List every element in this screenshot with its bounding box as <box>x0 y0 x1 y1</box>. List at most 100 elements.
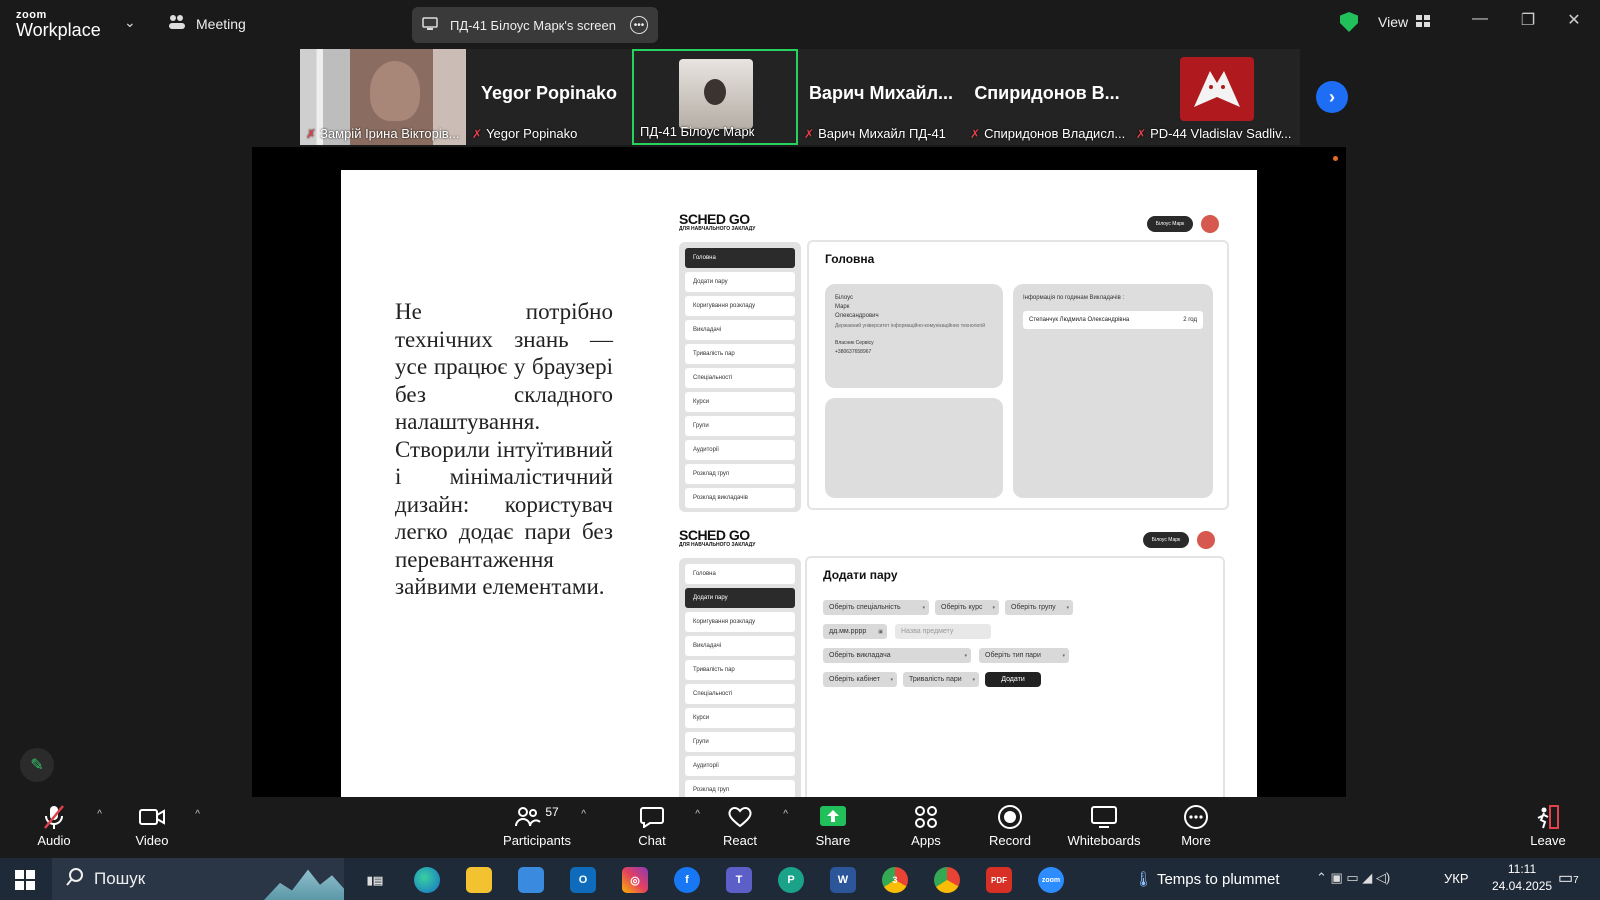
more-options-icon[interactable]: ••• <box>630 16 648 34</box>
sidebar-item: Спеціальності <box>685 684 795 704</box>
participant-tile[interactable]: ✗ PD-44 Vladislav Sadliv... <box>1130 49 1300 145</box>
chat-button[interactable]: Chat ^ <box>612 803 700 848</box>
chat-icon <box>612 803 692 831</box>
microsoft-store-icon[interactable] <box>518 867 544 893</box>
apps-button[interactable]: Apps <box>886 803 966 848</box>
hours-title: Інформація по годинам Викладачів : <box>1023 295 1125 301</box>
pearson-icon[interactable]: P <box>778 867 804 893</box>
mic-muted-icon <box>14 803 94 831</box>
encryption-shield-icon[interactable] <box>1340 12 1358 32</box>
sidebar-menu: Головна Додати пару Коригування розкладу… <box>679 558 801 797</box>
empty-card <box>825 398 1003 498</box>
task-view-icon[interactable]: ▮▤ <box>362 867 388 893</box>
next-page-arrow-icon[interactable]: › <box>1316 81 1348 113</box>
more-icon <box>1156 803 1236 831</box>
notifications-icon[interactable]: ▭7 <box>1558 868 1579 888</box>
annotate-pencil-icon[interactable]: ✎ <box>20 748 54 782</box>
participant-display-name: Варич Михайл... <box>808 83 954 103</box>
input-language[interactable]: УКР <box>1444 871 1469 886</box>
participants-button[interactable]: 57 Participants ^ <box>496 803 586 848</box>
notification-count: 7 <box>1573 875 1579 886</box>
weather-widget[interactable]: 🌡 Temps to plummet <box>1134 870 1280 888</box>
profile-university: Державний університет інформаційно-комун… <box>835 323 986 329</box>
participant-tile[interactable]: Варич Михайл... ✗ Варич Михайл ПД-41 <box>798 49 964 145</box>
profile-name: Марк <box>835 304 850 310</box>
pdf-reader-icon[interactable]: PDF <box>986 867 1012 893</box>
more-button[interactable]: More <box>1156 803 1236 848</box>
app-screenshot-home: SCHED GO ДЛЯ НАВЧАЛЬНОГО ЗАКЛАДУ Білоус М… <box>671 202 1231 512</box>
participant-display-name: Спиридонов В... <box>974 83 1120 103</box>
leave-button[interactable]: Leave <box>1508 803 1588 848</box>
sidebar-item: Тривалість пар <box>685 344 795 364</box>
facebook-icon[interactable]: f <box>674 867 700 893</box>
screen-share-indicator[interactable]: ПД-41 Білоус Марк's screen ••• <box>412 7 658 43</box>
file-explorer-icon[interactable] <box>466 867 492 893</box>
windows-taskbar: Пошук ▮▤ O ◎ f T P W 3 PDF zoom 🌡 Temps … <box>0 858 1600 900</box>
app-screenshot-add-pair: SCHED GO ДЛЯ НАВЧАЛЬНОГО ЗАКЛАДУ Білоус М… <box>671 522 1231 797</box>
view-button[interactable]: View <box>1378 14 1431 30</box>
room-select: Оберіть кабінет ▾ <box>823 672 897 687</box>
weather-text: Temps to plummet <box>1156 871 1280 888</box>
participant-tile[interactable]: Yegor Popinako ✗ Yegor Popinako <box>466 49 632 145</box>
chrome-icon[interactable]: 3 <box>882 867 908 893</box>
participant-tile[interactable]: ✗ Замрій Ірина Вікторів... <box>300 49 466 145</box>
react-button[interactable]: React ^ <box>700 803 788 848</box>
sidebar-item: Курси <box>685 708 795 728</box>
app-menu-chevron-icon[interactable]: ⌄ <box>124 14 136 31</box>
search-highlight-illustration <box>264 869 344 900</box>
close-icon[interactable]: ✕ <box>1562 10 1586 30</box>
sidebar-item: Тривалість пар <box>685 660 795 680</box>
view-label: View <box>1378 14 1409 30</box>
search-icon <box>66 867 84 891</box>
participant-tile-active-speaker[interactable]: ПД-41 Білоус Марк <box>632 49 798 145</box>
tray-icons[interactable]: ⌃ ▣ ▭ ◢ ◁) <box>1316 870 1390 886</box>
video-label: Video <box>135 833 169 848</box>
sidebar-item: Коригування розкладу <box>685 296 795 316</box>
participant-gallery-strip: ✗ Замрій Ірина Вікторів... Yegor Popinako… <box>300 49 1300 145</box>
screen-share-icon <box>422 16 438 34</box>
group-select: Оберіть групу ▾ <box>1005 600 1073 615</box>
subject-input: Назва предмету <box>895 624 991 639</box>
participant-tile[interactable]: Спиридонов В... ✗ Спиридонов Владисл... <box>964 49 1130 145</box>
course-select: Оберіть курс ▾ <box>935 600 999 615</box>
recording-dot <box>1333 156 1338 161</box>
clock-time: 11:11 <box>1507 862 1537 876</box>
edge-browser-icon[interactable] <box>414 867 440 893</box>
record-button[interactable]: Record <box>970 803 1050 848</box>
page-title: Головна <box>825 252 875 266</box>
leave-icon <box>1508 803 1588 831</box>
audio-options-caret-icon[interactable]: ^ <box>97 809 102 820</box>
mic-muted-icon: ✗ <box>306 126 317 141</box>
audio-button[interactable]: Audio ^ <box>14 803 102 848</box>
meeting-tab[interactable]: Meeting <box>168 14 246 33</box>
instagram-icon[interactable]: ◎ <box>622 867 648 893</box>
participants-caret-icon[interactable]: ^ <box>581 809 586 820</box>
restore-icon[interactable]: ❐ <box>1516 10 1540 30</box>
sidebar-item: Курси <box>685 392 795 412</box>
react-caret-icon[interactable]: ^ <box>783 809 788 820</box>
screen-share-title: ПД-41 Білоус Марк's screen <box>450 17 616 33</box>
video-button[interactable]: Video ^ <box>112 803 200 848</box>
main-panel: Додати пару Оберіть спеціальність ▾ Обері… <box>805 556 1225 797</box>
word-icon[interactable]: W <box>830 867 856 893</box>
chrome-profile-icon[interactable] <box>934 867 960 893</box>
whiteboards-button[interactable]: Whiteboards <box>1062 803 1146 848</box>
windows-start-icon[interactable] <box>12 867 38 893</box>
profile-role: Власник Сервісу <box>835 340 874 346</box>
avatar <box>1180 57 1254 121</box>
presentation-slide: Не потрібно технічних знань — усе працює… <box>341 170 1257 797</box>
outlook-icon[interactable]: O <box>570 867 596 893</box>
taskbar-search-box[interactable]: Пошук <box>52 858 344 900</box>
record-icon <box>970 803 1050 831</box>
share-button[interactable]: Share <box>793 803 873 848</box>
mic-muted-icon: ✗ <box>472 126 483 141</box>
teams-icon[interactable]: T <box>726 867 752 893</box>
video-options-caret-icon[interactable]: ^ <box>195 809 200 820</box>
mic-muted-icon: ✗ <box>804 126 815 141</box>
minimize-icon[interactable]: — <box>1468 10 1492 28</box>
sidebar-item: Викладачі <box>685 320 795 340</box>
react-label: React <box>723 833 757 848</box>
participant-display-name: Yegor Popinako <box>480 83 618 103</box>
system-clock[interactable]: 11:11 24.04.2025 <box>1492 862 1552 893</box>
zoom-app-icon[interactable]: zoom <box>1038 867 1064 893</box>
